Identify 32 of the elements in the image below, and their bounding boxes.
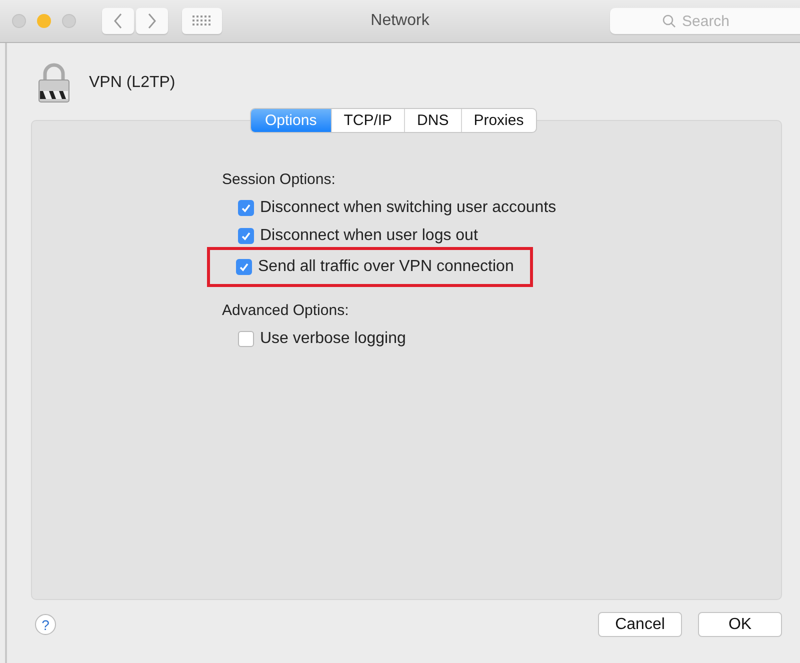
minimize-icon[interactable] (37, 14, 51, 28)
tab[interactable]: DNS (404, 109, 461, 132)
help-button[interactable]: ? (35, 614, 56, 635)
checkmark-icon (240, 202, 252, 214)
lock-icon (37, 63, 71, 103)
zoom-icon[interactable] (62, 14, 76, 28)
dialog-button[interactable]: OK (698, 612, 782, 637)
checkbox[interactable] (238, 331, 254, 347)
chevron-right-icon (147, 13, 157, 29)
grid-icon (192, 15, 212, 27)
checkmark-icon (238, 261, 250, 273)
forward-button[interactable] (136, 8, 168, 34)
service-name: VPN (L2TP) (89, 74, 176, 92)
section-heading: Session Options: (222, 171, 336, 188)
chevron-left-icon (113, 13, 123, 29)
checkbox-label[interactable]: Send all traffic over VPN connection (258, 258, 514, 276)
checkmark-icon (240, 230, 252, 242)
window-title: Network (370, 12, 430, 30)
checkbox[interactable] (238, 200, 254, 216)
checkbox-label[interactable]: Disconnect when user logs out (260, 227, 478, 245)
checkbox-label[interactable]: Disconnect when switching user accounts (260, 199, 556, 217)
back-button[interactable] (102, 8, 134, 34)
dialog-button[interactable]: Cancel (598, 612, 682, 637)
checkbox[interactable] (238, 228, 254, 244)
checkbox[interactable] (236, 259, 252, 275)
checkbox-label[interactable]: Use verbose logging (260, 330, 406, 348)
close-icon[interactable] (12, 14, 26, 28)
search-field[interactable]: Search (610, 8, 800, 34)
search-icon (662, 14, 676, 28)
section-heading: Advanced Options: (222, 302, 350, 319)
tab[interactable]: TCP/IP (330, 109, 404, 132)
show-all-button[interactable] (182, 8, 222, 34)
